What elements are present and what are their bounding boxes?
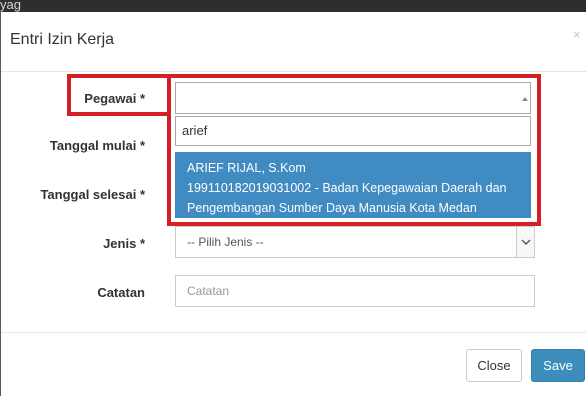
catatan-label: Catatan — [5, 285, 145, 300]
catatan-label-text: Catatan — [97, 285, 145, 300]
pegawai-search-result[interactable]: ARIEF RIJAL, S.Kom 199110182019031002 - … — [175, 152, 531, 218]
tanggal-selesai-label: Tanggal selesai * — [5, 187, 145, 202]
caret-up-icon — [522, 97, 528, 101]
tanggal-selesai-required-mark: * — [139, 187, 145, 202]
close-icon[interactable]: × — [573, 27, 581, 42]
catatan-placeholder: Catatan — [187, 284, 230, 298]
jenis-required-mark: * — [139, 236, 145, 251]
pegawai-label: Pegawai * — [5, 91, 145, 106]
tanggal-mulai-label-text: Tanggal mulai — [49, 138, 137, 153]
tanggal-selesai-label-text: Tanggal selesai — [40, 187, 137, 202]
tanggal-mulai-required-mark: * — [139, 138, 145, 153]
pegawai-label-text: Pegawai — [84, 91, 137, 106]
pegawai-select[interactable] — [175, 82, 531, 114]
close-button[interactable]: Close — [466, 349, 522, 382]
modal-footer: Close Save — [1, 332, 586, 397]
jenis-label-text: Jenis — [103, 236, 137, 251]
save-button[interactable]: Save — [531, 349, 585, 382]
chevron-down-icon — [521, 239, 531, 246]
result-detail-line1: 199110182019031002 - Badan Kepegawaian D… — [187, 181, 507, 195]
modal-dialog: Entri Izin Kerja × Pegawai * arief ARIEF… — [0, 12, 586, 396]
result-detail-line2: Pengembangan Sumber Daya Manusia Kota Me… — [187, 201, 477, 215]
jenis-selected-value: -- Pilih Jenis -- — [187, 235, 264, 249]
result-name: ARIEF RIJAL, S.Kom — [187, 161, 306, 175]
pegawai-search-input[interactable]: arief — [175, 116, 531, 146]
modal-title: Entri Izin Kerja — [10, 31, 115, 48]
catatan-input[interactable]: Catatan — [175, 275, 535, 307]
jenis-select[interactable]: -- Pilih Jenis -- — [175, 226, 535, 258]
pegawai-required-mark: * — [139, 91, 145, 106]
tanggal-mulai-label: Tanggal mulai * — [5, 138, 145, 153]
jenis-dropdown-button[interactable] — [516, 227, 534, 257]
jenis-label: Jenis * — [5, 236, 145, 251]
background-text-fragment: yag — [0, 0, 21, 12]
modal-header: Entri Izin Kerja × — [1, 12, 586, 72]
background-strip: yag — [0, 0, 586, 12]
